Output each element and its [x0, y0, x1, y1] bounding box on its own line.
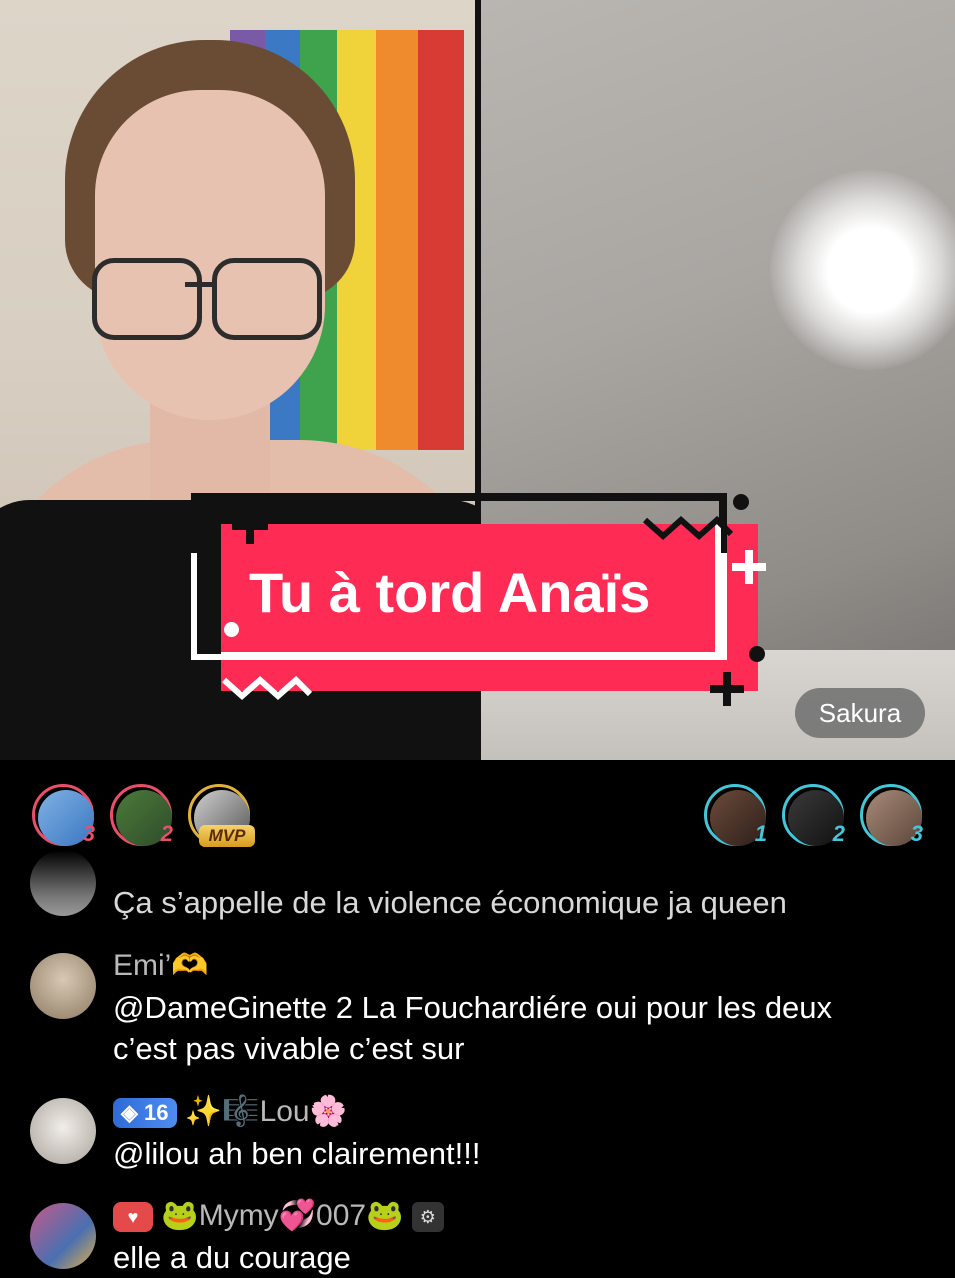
- chat-username-row[interactable]: ♥ 🐸Mymy💞007🐸 ⚙: [113, 1198, 444, 1233]
- plus-icon: [710, 672, 744, 706]
- glasses-bridge: [185, 282, 215, 287]
- fan-heart-icon: ♥: [113, 1202, 153, 1233]
- chat-username: ✨🎼Lou🌸: [184, 1095, 347, 1128]
- top-gifter-avatar[interactable]: 2: [110, 784, 173, 846]
- top-viewer-avatar[interactable]: 2: [782, 784, 845, 846]
- chat-avatar[interactable]: [30, 1203, 96, 1269]
- lamp-light: [770, 170, 955, 370]
- user-badge-icon: ⚙: [411, 1202, 444, 1233]
- chat-message-text: Ça s’appelle de la violence économique j…: [113, 885, 787, 920]
- rank-number: 1: [754, 821, 767, 846]
- glasses-lens: [212, 258, 322, 340]
- glasses-lens: [92, 258, 202, 340]
- rank-number: 3: [82, 821, 95, 846]
- dot-icon: [733, 494, 749, 510]
- chat-message-text: @DameGinette 2 La Fouchardiére oui pour …: [113, 990, 833, 1025]
- person-face: [95, 90, 325, 420]
- chat-message-text: elle a du courage: [113, 1240, 351, 1275]
- level-badge: ◈ 16: [113, 1098, 177, 1129]
- mvp-badge: MVP: [199, 825, 255, 847]
- chat-avatar[interactable]: [30, 850, 96, 916]
- chat-message-text: c’est pas vivable c’est sur: [113, 1031, 465, 1066]
- zigzag-icon: [222, 675, 312, 701]
- rank-number: 2: [160, 821, 173, 846]
- top-viewer-avatar[interactable]: 1: [704, 784, 767, 846]
- level-number: 16: [144, 1100, 169, 1126]
- sticker-frame-left: [191, 493, 199, 553]
- rank-number: 2: [832, 821, 845, 846]
- chat-username-row[interactable]: ◈ 16 ✨🎼Lou🌸: [113, 1094, 347, 1129]
- chat-message-text: @lilou ah ben clairement!!!: [113, 1136, 481, 1171]
- top-gifter-avatar[interactable]: 3: [32, 784, 95, 846]
- chat-avatar[interactable]: [30, 953, 96, 1019]
- top-gifter-avatar[interactable]: MVP: [188, 784, 255, 847]
- top-viewer-avatar[interactable]: 3: [860, 784, 923, 846]
- caption-text: Tu à tord Anaïs: [249, 561, 651, 624]
- diamond-icon: ◈: [121, 1100, 145, 1126]
- flag-stripe: [376, 30, 420, 450]
- chat-username: 🐸Mymy💞007🐸: [161, 1199, 404, 1232]
- zigzag-icon: [643, 515, 733, 541]
- chat-username[interactable]: Emi’🫶: [113, 948, 209, 983]
- chat-avatar[interactable]: [30, 1098, 96, 1164]
- sticker-frame-top: [191, 493, 727, 501]
- guest-name-label[interactable]: Sakura: [795, 688, 925, 738]
- dot-icon: [749, 646, 765, 662]
- flag-stripe: [418, 30, 464, 450]
- plus-icon: [732, 550, 766, 584]
- plus-icon: [232, 508, 268, 544]
- rank-number: 3: [910, 821, 923, 846]
- dot-icon: [224, 622, 239, 637]
